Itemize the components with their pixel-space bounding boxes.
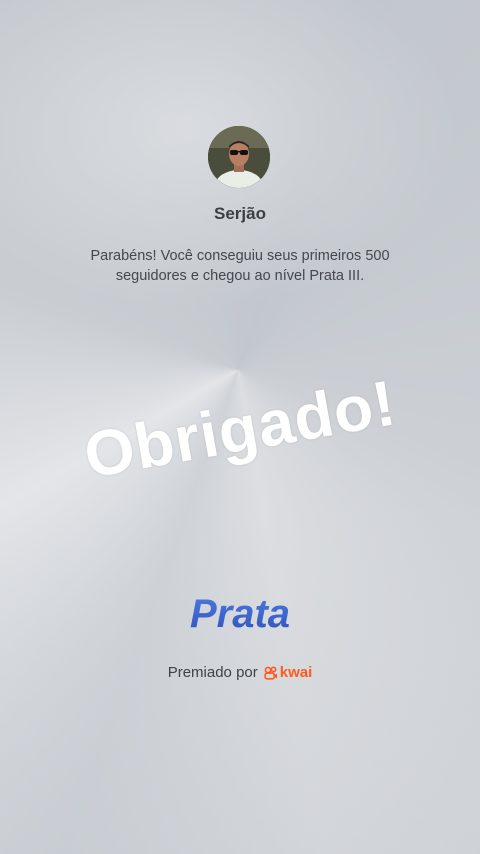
- awarded-by: Premiado por kwai: [0, 664, 480, 681]
- congrats-message: Parabéns! Você conseguiu seus primeiros …: [90, 248, 390, 284]
- user-name: Serjão: [214, 204, 266, 223]
- thanks-sticker: Obrigado!: [78, 366, 402, 492]
- user-photo: [208, 126, 270, 188]
- kwai-brand-name: kwai: [279, 664, 313, 681]
- awarded-by-label: Premiado por: [167, 664, 258, 681]
- level-badge-text: Prata: [0, 592, 480, 637]
- kwai-brand: kwai: [264, 664, 313, 681]
- avatar: [208, 126, 270, 188]
- kwai-logo-icon: [264, 665, 277, 680]
